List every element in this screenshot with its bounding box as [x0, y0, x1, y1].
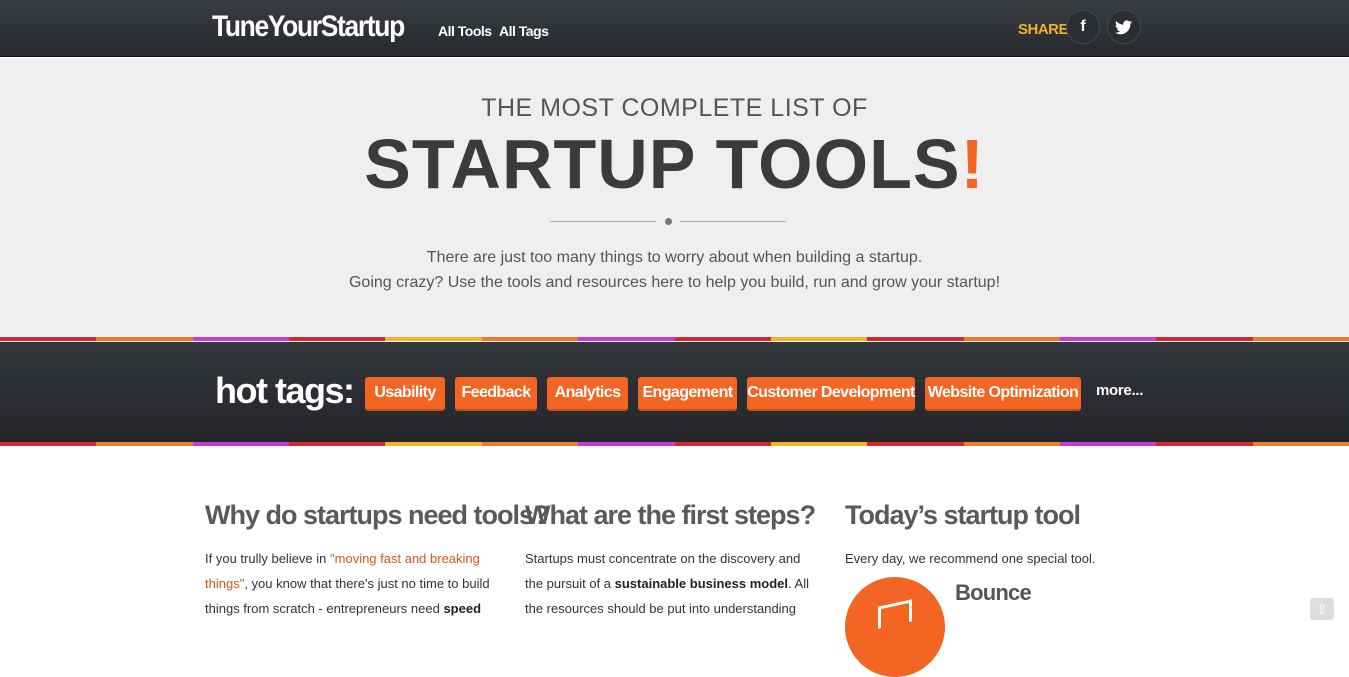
stripe-segment	[289, 337, 386, 341]
first-steps-bold: sustainable business model	[614, 576, 789, 591]
stripe-segment	[192, 337, 290, 341]
first-steps-text: Startups must concentrate on the discove…	[525, 546, 820, 621]
stripe-segment	[963, 442, 1060, 446]
site-logo[interactable]: TuneYourStartup	[212, 10, 405, 44]
stripe-segment	[96, 337, 193, 341]
facebook-icon[interactable]: f	[1066, 10, 1100, 44]
todays-tool-heading: Today’s startup tool	[845, 500, 1081, 530]
top-navbar: TuneYourStartup All Tools All Tags SHARE…	[0, 0, 1349, 57]
stripe-segment	[1252, 337, 1349, 341]
more-tags-link[interactable]: more...	[1096, 382, 1143, 399]
stripe-segment	[1252, 442, 1349, 446]
tag-customer-development[interactable]: Customer Development	[747, 377, 915, 411]
tag-feedback[interactable]: Feedback	[455, 377, 537, 411]
stripe-segment	[1156, 337, 1253, 341]
stripe-segment	[192, 442, 290, 446]
hero-section: THE MOST COMPLETE LIST OF STARTUP TOOLS!…	[0, 58, 1349, 338]
hero-title-accent: !	[960, 125, 985, 203]
twitter-icon[interactable]	[1107, 10, 1141, 44]
stripe-segment	[481, 337, 579, 341]
facebook-glyph: f	[1080, 18, 1086, 35]
tag-website-optimization[interactable]: Website Optimization	[925, 377, 1081, 411]
tool-name-link[interactable]: Bounce	[955, 580, 1032, 606]
stripe-segment	[674, 337, 771, 341]
stripe-segment	[1156, 442, 1253, 446]
why-tools-text: If you trully believe in "moving fast an…	[205, 546, 500, 621]
stripe-segment	[867, 337, 964, 341]
stripe-segment	[963, 337, 1060, 341]
stripe-segment	[0, 442, 97, 446]
share-label: SHARE	[1018, 21, 1069, 38]
stripe-segment	[578, 337, 675, 341]
hero-subtitle-line-1: There are just too many things to worry …	[426, 249, 923, 266]
why-tools-text-1: If you trully believe in	[205, 551, 331, 566]
stripe-segment	[770, 442, 868, 446]
tool-logo[interactable]	[845, 577, 945, 677]
tag-engagement[interactable]: Engagement	[638, 377, 737, 411]
hero-kicker: THE MOST COMPLETE LIST OF	[481, 94, 868, 122]
stripe-segment	[674, 442, 771, 446]
why-tools-heading: Why do startups need tools?	[205, 500, 550, 530]
stripe-segment	[385, 442, 482, 446]
tag-analytics[interactable]: Analytics	[547, 377, 628, 411]
stripe-segment	[770, 337, 868, 341]
color-stripe-bottom	[0, 442, 1349, 446]
todays-tool-text: Every day, we recommend one special tool…	[845, 551, 1096, 566]
hero-title-text: STARTUP TOOLS	[364, 125, 961, 203]
stripe-segment	[1059, 442, 1157, 446]
hero-title: STARTUP TOOLS!	[0, 124, 1349, 204]
color-stripe-top	[0, 337, 1349, 341]
stripe-segment	[481, 442, 579, 446]
twitter-bird-glyph	[1115, 19, 1132, 34]
first-steps-heading: What are the first steps?	[525, 500, 816, 530]
stripe-segment	[96, 442, 193, 446]
hot-tags-label: hot tags:	[215, 370, 355, 411]
hero-divider-left	[550, 221, 656, 222]
share-widget-icon[interactable]: ⇪	[1310, 598, 1334, 620]
nav-all-tools[interactable]: All Tools	[438, 23, 492, 39]
stripe-segment	[578, 442, 675, 446]
stripe-segment	[385, 337, 482, 341]
stripe-segment	[289, 442, 386, 446]
hero-divider-dot	[665, 218, 672, 225]
stripe-segment	[0, 337, 97, 341]
why-tools-bold: speed	[443, 601, 482, 616]
hero-subtitle-line-2: Going crazy? Use the tools and resources…	[348, 274, 1001, 291]
stripe-segment	[1059, 337, 1157, 341]
hero-divider-right	[680, 221, 786, 222]
nav-all-tags[interactable]: All Tags	[499, 23, 549, 39]
tag-usability[interactable]: Usability	[365, 377, 445, 411]
stripe-segment	[867, 442, 964, 446]
